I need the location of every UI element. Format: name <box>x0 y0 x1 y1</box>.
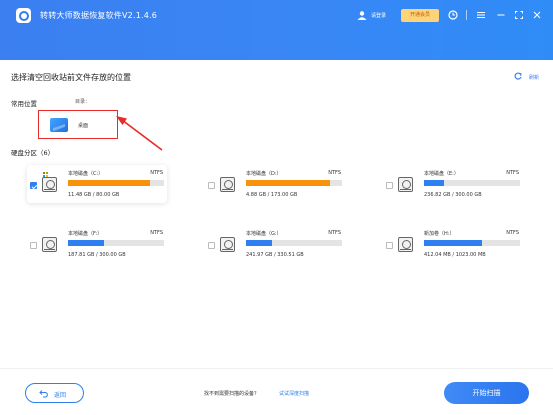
disk-usage-bar <box>68 240 164 246</box>
disk-checkbox[interactable] <box>386 182 393 189</box>
disk-size: 236.82 GB / 300.00 GB <box>424 192 482 198</box>
disk-usage-fill <box>68 240 105 246</box>
header-divider <box>466 10 467 20</box>
directory-label: 目录： <box>75 99 91 105</box>
disk-usage-fill <box>246 240 272 246</box>
disk-usage-fill <box>424 180 445 186</box>
disk-usage-bar <box>246 180 342 186</box>
disk-filesystem: NTFS <box>506 230 519 236</box>
disk-checkbox[interactable] <box>208 242 215 249</box>
disk-name: 新加卷（H:） <box>424 231 455 237</box>
start-scan-button[interactable]: 开始扫描 <box>444 382 529 404</box>
disk-card[interactable]: 新加卷（H:） NTFS 412.04 MB / 1023.00 MB <box>383 225 523 263</box>
minimize-icon[interactable] <box>495 9 507 21</box>
footer-divider <box>0 368 553 369</box>
hint-text: 找不到需要扫描的设备？ <box>204 391 260 397</box>
common-locations-title: 常用位置 <box>11 100 37 108</box>
disk-name: 本地磁盘（F:） <box>68 231 103 237</box>
headset-icon[interactable] <box>447 9 459 21</box>
app-logo-icon <box>16 8 31 23</box>
disk-name: 本地磁盘（C:） <box>68 171 104 177</box>
back-label: 返回 <box>54 392 67 399</box>
disk-filesystem: NTFS <box>150 170 163 176</box>
disk-name: 本地磁盘（D:） <box>246 171 282 177</box>
refresh-button[interactable]: 刷新 <box>529 74 539 81</box>
windows-logo-icon <box>43 172 48 177</box>
disk-checkbox[interactable] <box>30 182 37 189</box>
close-icon[interactable] <box>531 9 543 21</box>
disk-size: 412.04 MB / 1023.00 MB <box>424 252 486 258</box>
disk-name: 本地磁盘（G:） <box>246 231 282 237</box>
disk-usage-fill <box>68 180 150 186</box>
title-bar: 转转大师数据恢复软件V2.1.4.6 请登录 开通会员 <box>0 0 553 60</box>
disk-filesystem: NTFS <box>506 170 519 176</box>
disk-checkbox[interactable] <box>386 242 393 249</box>
disk-usage-fill <box>424 240 482 246</box>
disk-size: 11.48 GB / 80.00 GB <box>68 192 120 198</box>
disk-filesystem: NTFS <box>150 230 163 236</box>
disk-usage-bar <box>246 240 342 246</box>
hard-drive-icon <box>398 177 413 192</box>
hard-drive-icon <box>42 237 57 252</box>
annotation-arrow-icon <box>116 116 163 151</box>
disk-size: 187.81 GB / 300.00 GB <box>68 252 126 258</box>
menu-icon[interactable] <box>475 9 487 21</box>
disk-usage-bar <box>424 180 520 186</box>
app-title: 转转大师数据恢复软件V2.1.4.6 <box>40 11 158 20</box>
hard-drive-icon <box>220 177 235 192</box>
page-title: 选择清空回收站前文件存放的位置 <box>11 73 131 82</box>
login-link[interactable]: 请登录 <box>371 12 386 19</box>
disk-usage-bar <box>424 240 520 246</box>
disk-card[interactable]: 本地磁盘（C:） NTFS 11.48 GB / 80.00 GB <box>27 165 167 203</box>
disk-partitions-title: 硬盘分区（6） <box>11 149 55 157</box>
disk-size: 4.88 GB / 173.00 GB <box>246 192 298 198</box>
deep-scan-link[interactable]: 试试深度扫描 <box>279 390 309 397</box>
disk-card[interactable]: 本地磁盘（D:） NTFS 4.88 GB / 173.00 GB <box>205 165 345 203</box>
disk-card[interactable]: 本地磁盘（E:） NTFS 236.82 GB / 300.00 GB <box>383 165 523 203</box>
disk-checkbox[interactable] <box>208 182 215 189</box>
maximize-icon[interactable] <box>513 9 525 21</box>
disk-checkbox[interactable] <box>30 242 37 249</box>
hard-drive-icon <box>220 237 235 252</box>
return-arrow-icon <box>39 388 49 401</box>
back-button[interactable]: 返回 <box>25 383 84 403</box>
disk-card[interactable]: 本地磁盘（G:） NTFS 241.97 GB / 330.51 GB <box>205 225 345 263</box>
disk-size: 241.97 GB / 330.51 GB <box>246 252 304 258</box>
disk-name: 本地磁盘（E:） <box>424 171 459 177</box>
disk-card[interactable]: 本地磁盘（F:） NTFS 187.81 GB / 300.00 GB <box>27 225 167 263</box>
disk-filesystem: NTFS <box>328 170 341 176</box>
refresh-icon[interactable] <box>514 72 522 80</box>
disk-usage-bar <box>68 180 164 186</box>
disk-filesystem: NTFS <box>328 230 341 236</box>
hard-drive-icon <box>42 177 57 192</box>
vip-button[interactable]: 开通会员 <box>401 9 439 22</box>
hard-drive-icon <box>398 237 413 252</box>
annotation-highlight-box <box>38 110 118 139</box>
user-icon[interactable] <box>357 11 367 20</box>
disk-usage-fill <box>246 180 331 186</box>
